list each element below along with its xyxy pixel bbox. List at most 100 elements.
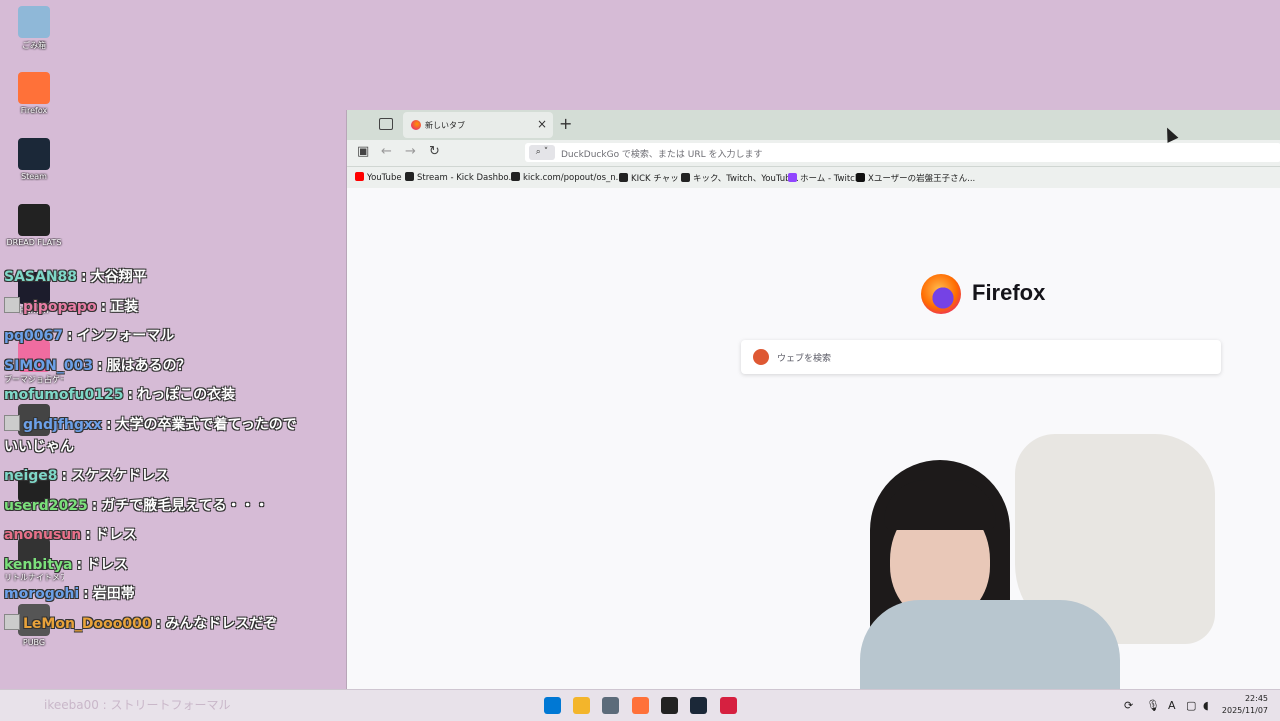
ime-indicator[interactable]: A [1168, 699, 1176, 712]
chat-text: みんなドレスだぞ [165, 615, 278, 632]
chat-separator: : [127, 387, 134, 403]
chat-separator: : [67, 328, 73, 344]
chat-text: 服はあるの？ [106, 357, 191, 374]
bookmark-item[interactable]: ホーム - Twitch [788, 172, 860, 184]
chat-message: mofumofu0125: れっぽこの衣装 [4, 384, 304, 406]
chat-separator: : [61, 468, 68, 484]
desktop-icon-label: DREAD FLATS [6, 238, 62, 247]
bookmark-favicon-icon [788, 173, 797, 182]
chat-username: LeMon_Dooo000 [23, 615, 152, 632]
chat-message: kenbitya: ドレス [4, 554, 304, 576]
chat-username: SASAN88 [4, 269, 78, 285]
new-tab-plus-icon[interactable]: + [559, 114, 572, 133]
user-badge-icon [4, 613, 20, 630]
tab-bar: 新しいタブ × + [347, 110, 1280, 140]
bookmark-label: KICK チャット [631, 174, 688, 184]
volume-icon[interactable]: ◖ [1203, 699, 1209, 712]
person-body [860, 600, 1120, 692]
bookmarks-bar: YouTube Stream - Kick Dashbo... kick.com/p… [347, 167, 1280, 190]
chat-username: SIMON_003 [4, 357, 94, 374]
chat-separator: : [155, 615, 162, 632]
chat-username: pipopapo [23, 298, 97, 315]
chat-text: ガチで腋毛見えてる・・・ [101, 497, 269, 514]
settings-icon[interactable] [602, 697, 619, 714]
forward-arrow-icon[interactable]: → [405, 144, 416, 159]
clock-time: 22:45 [1244, 694, 1268, 703]
chat-ghost-text: ikeeba00 : ストリートフォーマル [44, 698, 231, 712]
bookmark-item[interactable]: KICK チャット [619, 172, 687, 184]
bookmark-item[interactable]: キック、Twitch、YouTub... [681, 172, 799, 184]
app-red-icon[interactable] [720, 697, 737, 714]
steam-icon[interactable] [690, 697, 707, 714]
desktop-icon-label: ごみ箱 [22, 41, 46, 50]
firefox-logo-icon [921, 274, 961, 314]
desktop-icon-label: Firefox [20, 106, 48, 115]
url-bar[interactable]: ⌕ ˅ DuckDuckGo で検索、または URL を入力します [525, 143, 1280, 162]
chat-separator: : [83, 586, 89, 602]
chat-username: userd2025 [4, 497, 88, 514]
sidebar-toggle-icon[interactable]: ▣ [357, 144, 369, 159]
recycle-bin-icon [18, 6, 50, 38]
back-arrow-icon[interactable]: ← [381, 144, 392, 159]
chat-username: neige8 [4, 468, 58, 484]
bookmark-label: ホーム - Twitch [800, 174, 861, 184]
chat-message: ghdjfhgxx: 大学の卒業式で着てったのでいいじゃん [4, 414, 304, 458]
bookmark-item[interactable]: kick.com/popout/os_n... [511, 172, 624, 183]
bookmark-label: YouTube [367, 173, 402, 183]
obs-icon[interactable] [661, 697, 678, 714]
chat-separator: : [100, 298, 107, 315]
reload-icon[interactable]: ↻ [429, 144, 440, 159]
web-search-input[interactable]: ウェブを検索 [741, 340, 1221, 374]
chat-text: 大谷翔平 [90, 269, 147, 285]
chat-username: anonusun [4, 527, 82, 543]
tab-list-icon[interactable] [379, 118, 393, 130]
chat-separator: : [85, 527, 91, 543]
chat-text: 岩田帯 [92, 586, 135, 602]
firefox-icon[interactable] [632, 697, 649, 714]
game-icon [18, 204, 50, 236]
chat-text: スケスケドレス [71, 468, 170, 484]
network-icon[interactable]: ⟳ [1124, 699, 1133, 712]
firefox-icon [18, 72, 50, 104]
chat-text: インフォーマル [76, 328, 175, 344]
bookmark-label: Xユーザーの岩盤王子さん... [868, 174, 976, 184]
firefox-favicon-icon [411, 120, 421, 130]
chat-message: userd2025: ガチで腋毛見えてる・・・ [4, 495, 304, 517]
webcam-overlay [860, 430, 1215, 692]
chat-message: pipopapo: 正装 [4, 296, 304, 318]
clock-date: 2025/11/07 [1221, 706, 1268, 715]
url-placeholder: DuckDuckGo で検索、または URL を入力します [561, 150, 763, 160]
windows-start-icon[interactable] [544, 697, 561, 714]
bookmark-favicon-icon [511, 172, 520, 181]
bookmark-item[interactable]: Stream - Kick Dashbo... [405, 172, 517, 183]
bookmark-favicon-icon [681, 173, 690, 182]
desktop-icon[interactable]: ごみ箱 [4, 6, 64, 51]
chat-username: morogohi [4, 586, 80, 602]
file-explorer-icon[interactable] [573, 697, 590, 714]
chat-message: LeMon_Dooo000: みんなドレスだぞ [4, 613, 304, 635]
desktop-icon[interactable]: DREAD FLATS [4, 204, 64, 247]
chat-separator: : [91, 497, 98, 514]
clock[interactable]: 22:45 2025/11/07 [1222, 693, 1268, 717]
tab-close-icon[interactable]: × [537, 117, 547, 131]
bookmark-label: kick.com/popout/os_n... [523, 173, 624, 183]
bookmark-label: Stream - Kick Dashbo... [417, 173, 517, 183]
steam-icon [18, 138, 50, 170]
chat-username: ghdjfhgxx [23, 416, 102, 433]
bookmark-favicon-icon [856, 173, 865, 182]
chat-username: mofumofu0125 [4, 387, 124, 403]
tab-new-tab[interactable]: 新しいタブ × [403, 112, 553, 138]
chat-username: pq0067 [4, 328, 64, 344]
display-icon[interactable]: ▢ [1186, 699, 1196, 712]
desktop-icon[interactable]: Steam [4, 138, 64, 181]
firefox-wordmark: Firefox [972, 280, 1046, 305]
user-badge-icon [4, 296, 20, 313]
bookmark-item[interactable]: Xユーザーの岩盤王子さん... [856, 172, 975, 184]
taskbar: ikeeba00 : ストリートフォーマル ⟳ 🎙 A ▢ ◖ 22:45 20… [0, 689, 1280, 721]
chat-separator: : [76, 556, 83, 573]
bookmark-item[interactable]: YouTube [355, 172, 402, 183]
microphone-icon[interactable]: 🎙 [1146, 699, 1160, 712]
chat-separator: : [81, 269, 87, 285]
desktop-icon[interactable]: Firefox [4, 72, 64, 115]
search-engine-icon[interactable]: ⌕ ˅ [529, 145, 555, 160]
